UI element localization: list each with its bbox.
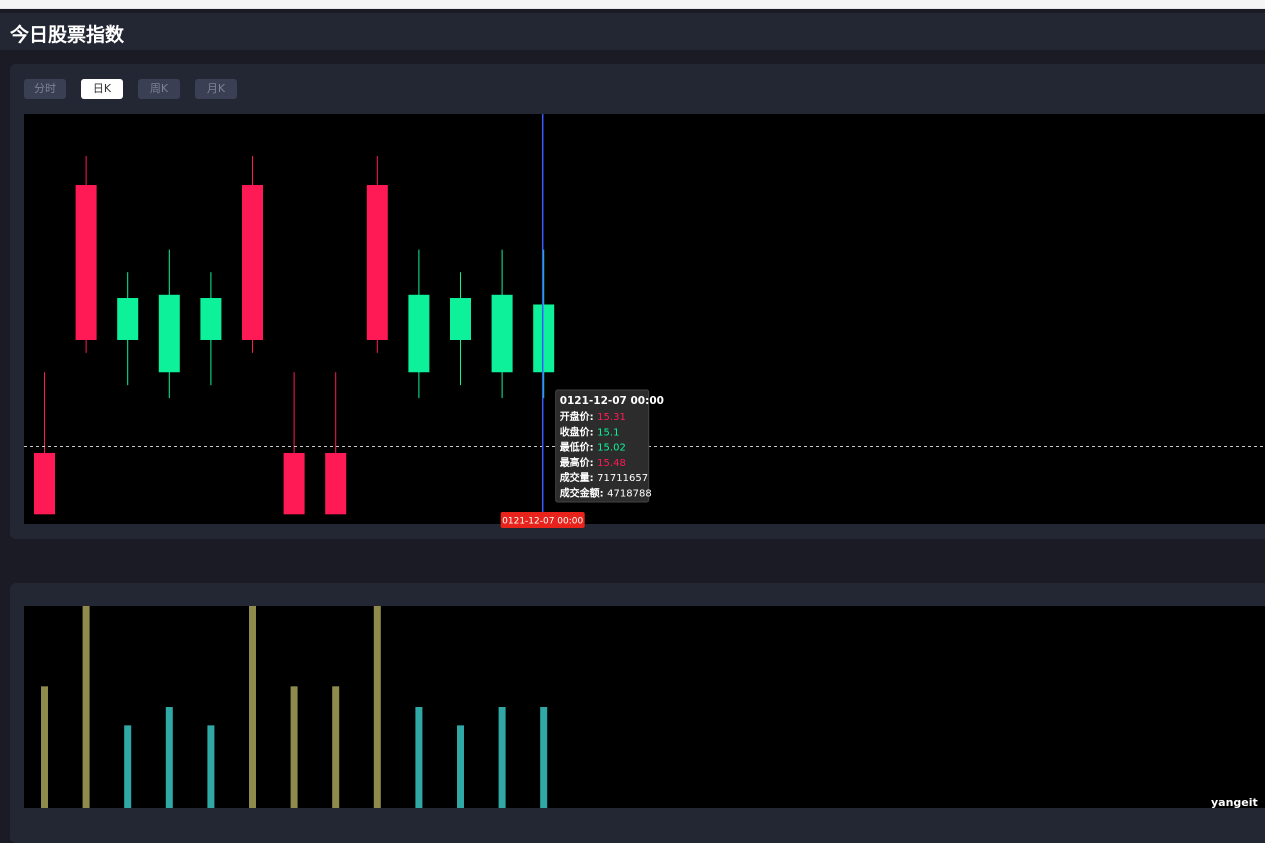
candle-body [75,185,97,340]
volume-bar [457,725,464,808]
candle-body [117,298,139,340]
candle-body [408,294,430,373]
page-title: 今日股票指数 [10,24,125,46]
candle-body [533,304,555,373]
browser-top-strip [0,0,1265,9]
volume-bar [82,592,90,808]
volume-bar [249,592,256,808]
tab-monthly-k[interactable]: 月K [195,79,237,99]
volume-bar [124,725,132,808]
volume-bar [415,707,423,808]
tab-daily-k[interactable]: 日K [81,79,123,99]
volume-svg [41,592,548,808]
volume-bar [41,686,48,808]
kline-svg [24,155,1265,515]
volume-bar [498,707,506,808]
volume-bar [165,707,173,808]
volume-bar [207,725,215,808]
candle-body [200,298,222,340]
candle-body [450,298,471,340]
tab-minute[interactable]: 分时 [24,79,66,99]
candle-body [283,452,305,515]
tab-weekly-k[interactable]: 周K [138,79,180,99]
watermark: yangeit [1211,796,1258,809]
kline-chart[interactable] [24,114,1265,524]
candle-body [325,452,347,515]
volume-bar [373,592,381,808]
candle-body [366,185,388,340]
volume-bar [290,686,298,808]
candle-body [34,452,55,515]
candle-body [242,185,263,340]
candle-body [158,294,180,373]
volume-bar [540,707,548,808]
candle-body [491,294,513,373]
volume-bar [332,686,340,808]
header-bar [0,13,1265,50]
volume-chart[interactable] [24,592,1265,808]
